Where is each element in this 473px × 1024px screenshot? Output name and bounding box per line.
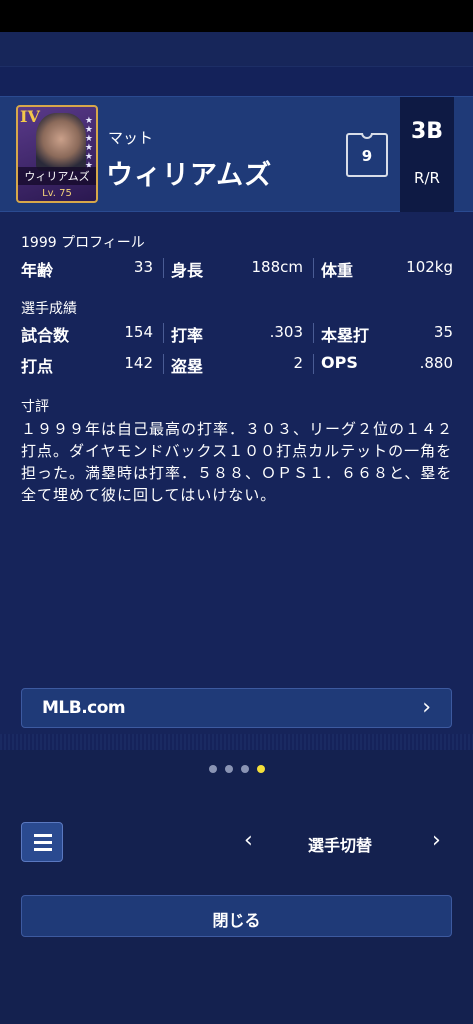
profile-title: 1999 プロフィール [21, 235, 145, 251]
player-first-name: マット [108, 129, 154, 147]
rbi-label: 打点 [21, 357, 54, 376]
height-label: 身長 [171, 261, 204, 280]
jersey-icon: 9 [346, 133, 388, 177]
hamburger-icon [34, 848, 52, 851]
divider [0, 66, 473, 67]
divider [163, 323, 164, 343]
ops-cell: OPS .880 [321, 350, 453, 378]
card-level: Lv. 75 [42, 188, 72, 199]
close-button[interactable]: 閉じる [21, 895, 452, 937]
hamburger-icon [34, 841, 52, 844]
divider [313, 354, 314, 374]
mlb-link-label: MLB.com [42, 698, 126, 718]
chevron-right-icon: › [422, 695, 431, 720]
player-switch-label: 選手切替 [308, 836, 373, 855]
player-detail: 1999 プロフィール 年齢 33 身長 188cm 体重 102kg 選手成績… [0, 212, 473, 750]
page-indicator [0, 758, 473, 773]
games-cell: 試合数 154 [21, 319, 161, 347]
avg-value: .303 [269, 323, 303, 341]
stats-row: 試合数 154 打率 .303 本塁打 35 [21, 319, 453, 347]
mlb-link-button[interactable]: MLB.com › [21, 688, 452, 728]
position: 3B [410, 119, 444, 144]
player-last-name: ウィリアムズ [106, 160, 273, 191]
card-rank: IV [20, 107, 40, 126]
age-label: 年齢 [21, 261, 54, 280]
menu-button[interactable] [21, 822, 63, 862]
status-bar [0, 0, 473, 32]
page-dot-active[interactable] [256, 765, 265, 773]
position-box: 3B R/R [400, 97, 454, 213]
jersey-collar [361, 133, 373, 139]
stats-title: 選手成績 [21, 301, 77, 317]
divider [163, 258, 164, 278]
bats-throws: R/R [414, 169, 440, 187]
card-player-name: ウィリアムズ [18, 167, 96, 185]
comment-text: １９９９年は自己最高の打率．３０３、リーグ２位の１４２打点。ダイヤモンドバックス… [21, 420, 454, 504]
close-button-label: 閉じる [212, 911, 261, 930]
age-value: 33 [133, 258, 153, 276]
hr-cell: 本塁打 35 [321, 319, 453, 347]
hr-label: 本塁打 [321, 326, 370, 345]
divider [313, 323, 314, 343]
games-label: 試合数 [21, 326, 70, 345]
rbi-cell: 打点 142 [21, 350, 161, 378]
hr-value: 35 [433, 323, 453, 341]
player-card-image: IV ★ ★ ★ ★ ★ ★ ウィリアムズ Lv. 75 [16, 105, 98, 203]
footer: ‹ 選手切替 › 閉じる [0, 750, 473, 1024]
sb-value: 2 [293, 354, 303, 372]
avg-cell: 打率 .303 [171, 319, 311, 347]
stats-row: 打点 142 盗塁 2 OPS .880 [21, 350, 453, 378]
player-header: IV ★ ★ ★ ★ ★ ★ ウィリアムズ Lv. 75 マット ウィリアムズ 9 3B … [0, 96, 473, 213]
comment-title: 寸評 [21, 399, 49, 415]
ops-value: .880 [419, 354, 453, 372]
prev-player-button[interactable]: ‹ [244, 828, 253, 853]
sb-label: 盗塁 [171, 357, 204, 376]
height-value: 188cm [251, 258, 304, 276]
age-cell: 年齢 33 [21, 254, 161, 282]
profile-row: 年齢 33 身長 188cm 体重 102kg [21, 254, 453, 282]
weight-cell: 体重 102kg [321, 254, 453, 282]
rbi-value: 142 [124, 354, 153, 372]
weight-label: 体重 [321, 261, 354, 280]
games-value: 154 [124, 323, 153, 341]
hamburger-icon [34, 834, 52, 837]
top-bar [0, 32, 473, 96]
player-photo [36, 113, 86, 171]
weight-value: 102kg [406, 258, 453, 276]
next-player-button[interactable]: › [432, 828, 441, 853]
height-cell: 身長 188cm [171, 254, 311, 282]
sb-cell: 盗塁 2 [171, 350, 311, 378]
uniform-number: 9 [361, 147, 373, 165]
decorative-band [0, 734, 473, 750]
rank-stars-icon: ★ ★ ★ ★ ★ ★ [84, 116, 93, 171]
ops-label: OPS [321, 353, 358, 372]
page-dot[interactable] [208, 765, 217, 773]
divider [313, 258, 314, 278]
page-dot[interactable] [224, 765, 233, 773]
divider [163, 354, 164, 374]
page-dot[interactable] [240, 765, 249, 773]
avg-label: 打率 [171, 326, 204, 345]
